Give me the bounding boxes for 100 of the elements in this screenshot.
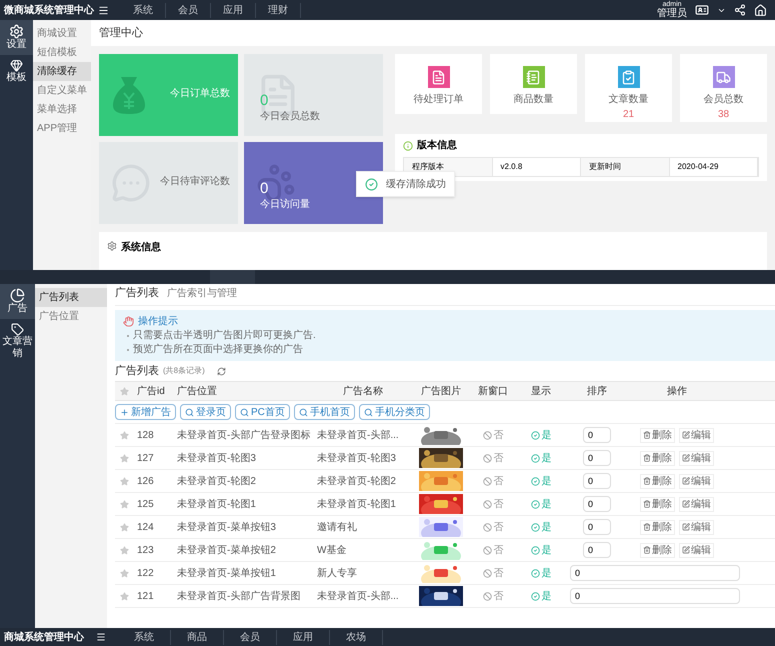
nav-link[interactable]: 会员 (166, 2, 211, 18)
edit-icon (682, 431, 690, 439)
rail-item[interactable]: 设置 (0, 20, 33, 55)
table-cell-text: 未登录首页-轮图1 (176, 498, 257, 512)
filter-button[interactable]: 手机分类页 (358, 404, 430, 420)
star-icon[interactable] (120, 454, 128, 462)
sort-input[interactable]: 0 (583, 542, 611, 558)
star-icon[interactable] (120, 546, 128, 554)
sort-input[interactable]: 0 (583, 450, 611, 466)
table-cell-text: 127 (136, 452, 155, 466)
edit-button[interactable]: 编辑 (679, 474, 714, 488)
submenu-item[interactable]: 广告列表 (35, 288, 107, 307)
table-cell-text: 未登录首页-菜单按钮1 (176, 566, 277, 580)
edit-icon (682, 500, 690, 508)
table-cell-text: 邀请有礼 (316, 520, 358, 534)
document-icon (428, 66, 450, 88)
tag-icon (11, 323, 24, 336)
edit-button[interactable]: 编辑 (679, 542, 714, 558)
submenu-item[interactable]: 清除缓存 (33, 62, 91, 81)
trash-icon (643, 477, 651, 485)
table-cell-text: 未登录首页-轮图2 (316, 474, 397, 488)
submenu-item[interactable]: 广告位置 (35, 307, 107, 326)
menu-icon[interactable] (96, 632, 106, 642)
table-cell-text: 新人专享 (316, 566, 358, 580)
gem-icon (10, 59, 23, 72)
table-cell-text: 124 (136, 520, 155, 534)
refresh-icon[interactable] (216, 366, 226, 376)
star-icon[interactable] (120, 500, 128, 508)
user-role[interactable]: 管理员 (657, 9, 687, 19)
filter-button[interactable]: 登录页 (180, 404, 231, 420)
nav-link[interactable]: 系统 (121, 2, 166, 18)
plus-icon (120, 408, 129, 416)
app-title: 商城系统管理中心 (3, 630, 84, 644)
table-cell-text: 未登录首页-轮图2 (176, 474, 257, 488)
nav-link[interactable]: 应用 (277, 630, 330, 644)
sort-input[interactable]: 0 (570, 565, 740, 581)
star-icon[interactable] (120, 522, 128, 532)
clipboard-check-icon (618, 66, 640, 88)
panel-title: 版本信息 (417, 138, 457, 153)
submenu-item[interactable]: 菜单选择 (33, 100, 91, 119)
sort-input[interactable]: 0 (583, 427, 611, 443)
column-header: 显示 (530, 384, 552, 398)
table-cell-text: W基金 (316, 544, 348, 558)
rail-item[interactable]: 模板 (0, 55, 33, 88)
panel-title: 系统信息 (121, 240, 161, 255)
list-title: 广告列表 (115, 364, 159, 379)
edit-button[interactable]: 编辑 (679, 450, 714, 466)
edit-button[interactable]: 编辑 (679, 428, 714, 442)
filter-button[interactable]: PC首页 (235, 404, 290, 420)
page-subtitle: 广告索引与管理 (167, 286, 237, 301)
column-header: 广告位置 (176, 384, 218, 398)
table-cell-text: 121 (136, 590, 155, 604)
sort-input[interactable]: 0 (583, 473, 611, 489)
sort-input[interactable]: 0 (570, 588, 740, 604)
star-icon[interactable] (120, 430, 128, 440)
edit-button[interactable]: 编辑 (679, 496, 714, 512)
submenu-item[interactable]: 自定义菜单 (33, 81, 91, 100)
submenu-item[interactable]: 商城设置 (33, 24, 91, 43)
edit-button[interactable]: 编辑 (679, 520, 714, 534)
home-icon[interactable] (754, 4, 767, 16)
nav-link[interactable]: 理财 (256, 2, 301, 18)
add-button[interactable]: 新增广告 (115, 404, 176, 420)
tips-title: 操作提示 (138, 315, 178, 329)
delete-button[interactable]: 删除 (640, 428, 675, 442)
column-header: 广告图片 (420, 384, 462, 398)
rail-item[interactable]: 文章营销 (0, 319, 35, 364)
sort-input[interactable]: 0 (583, 496, 611, 512)
trash-icon (643, 431, 651, 439)
delete-button[interactable]: 删除 (640, 474, 675, 488)
submenu-item[interactable]: 短信模板 (33, 43, 91, 62)
star-icon[interactable] (120, 592, 128, 600)
table-cell-text: 未登录首页-头部广告背景图 (176, 590, 302, 604)
rail-item[interactable]: 广告 (0, 284, 35, 319)
nav-link[interactable]: 商品 (171, 630, 224, 644)
edit-icon (682, 523, 690, 531)
star-icon[interactable] (120, 568, 128, 578)
delete-button[interactable]: 删除 (640, 542, 675, 558)
nav-link[interactable]: 系统 (118, 630, 171, 644)
submenu-item[interactable]: APP管理 (33, 119, 91, 138)
nav-link[interactable]: 农场 (330, 630, 383, 644)
counter-value: 21 (622, 108, 634, 122)
id-card-icon[interactable] (695, 3, 709, 17)
delete-button[interactable]: 删除 (640, 450, 675, 466)
delete-button[interactable]: 删除 (640, 496, 675, 512)
star-icon (120, 386, 128, 396)
toast-text: 缓存清除成功 (386, 178, 446, 192)
star-icon[interactable] (120, 476, 128, 486)
trash-icon (643, 523, 651, 531)
filter-button[interactable]: 手机首页 (294, 404, 355, 420)
network-icon[interactable] (734, 4, 746, 16)
nav-link[interactable]: 应用 (211, 2, 256, 18)
table-cell-text: 未登录首页-菜单按钮2 (176, 544, 277, 558)
sort-input[interactable]: 0 (583, 519, 611, 535)
trash-icon (643, 500, 651, 508)
delete-button[interactable]: 删除 (640, 520, 675, 534)
record-count: (共8条记录) (163, 365, 205, 377)
stat-value: 0 (260, 93, 270, 109)
menu-icon[interactable] (98, 4, 109, 16)
tip-text: 预览广告所在页面中选择更换你的广告 (133, 343, 303, 357)
nav-link[interactable]: 会员 (224, 630, 277, 644)
